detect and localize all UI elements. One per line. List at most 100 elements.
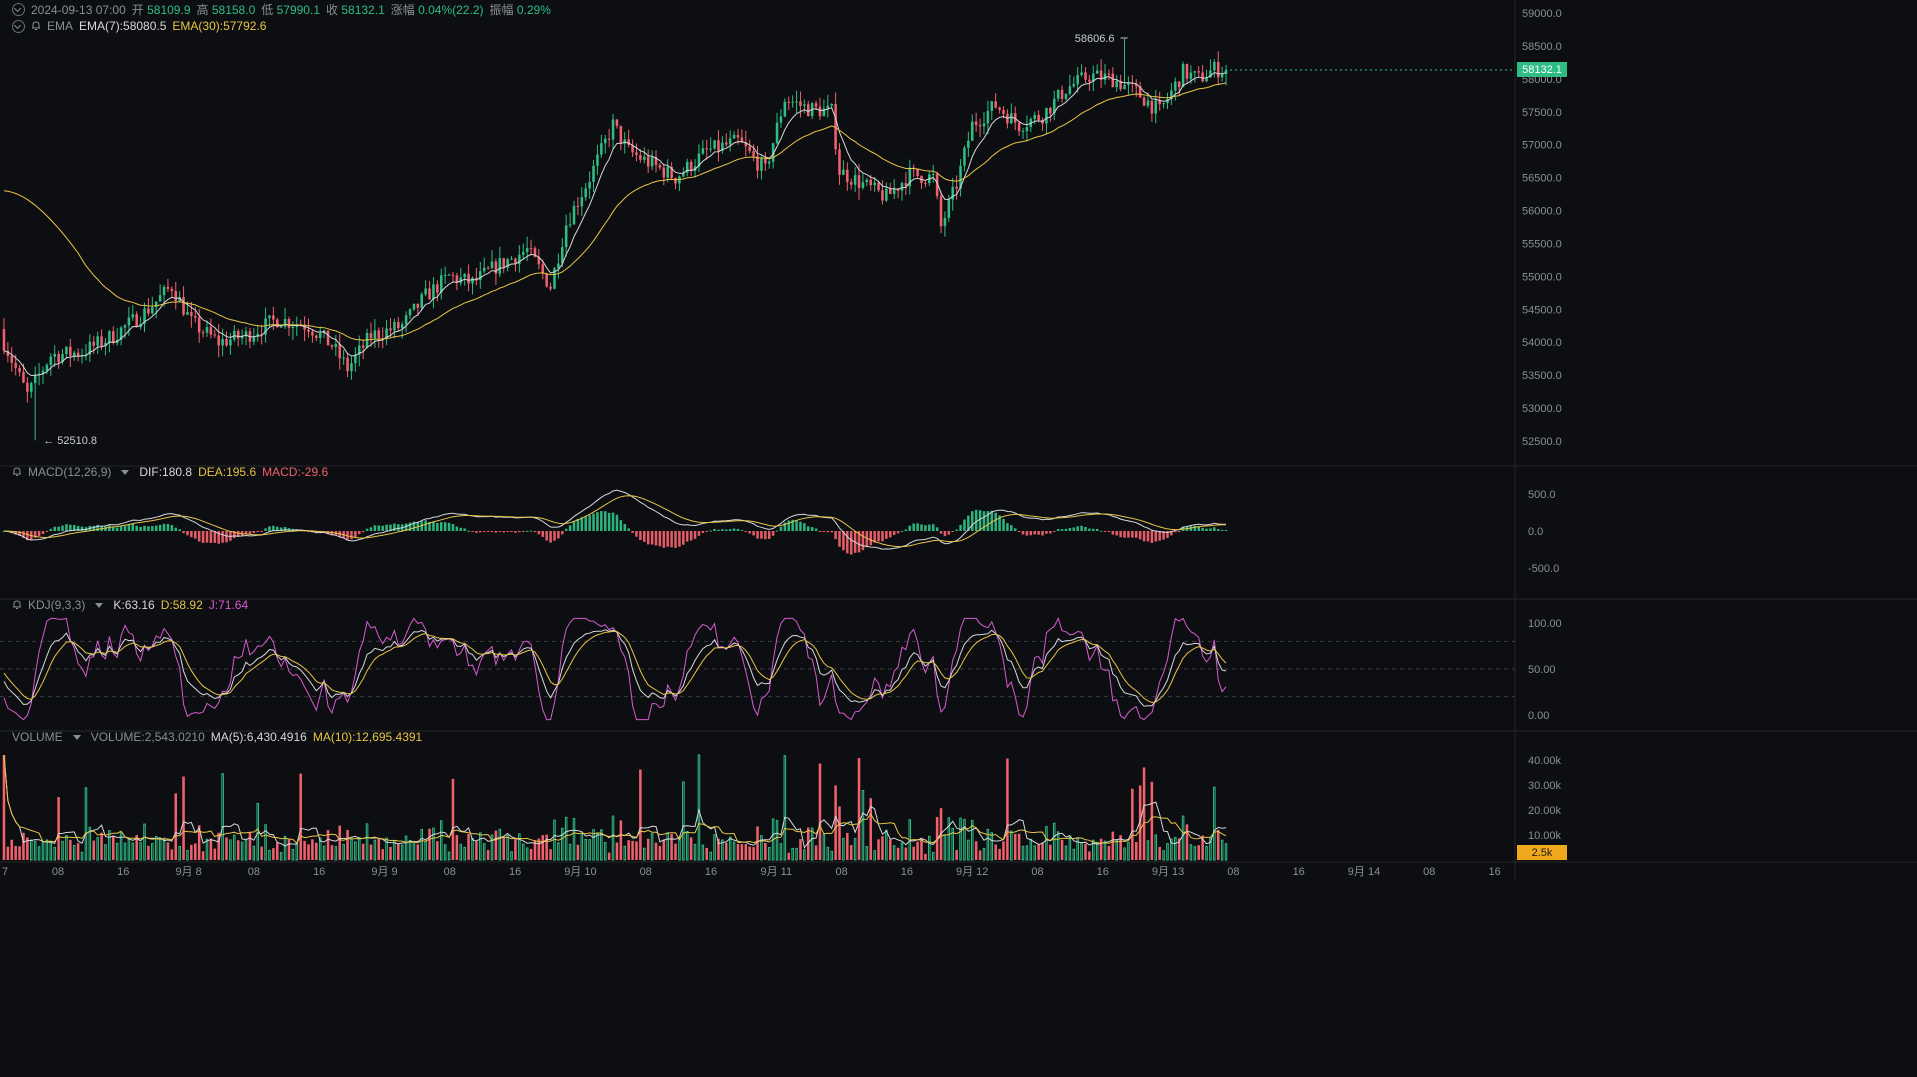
volume-bar bbox=[1131, 788, 1134, 860]
candle-body bbox=[725, 142, 728, 145]
macd-histogram-bar bbox=[1213, 527, 1216, 531]
volume-bar bbox=[127, 838, 131, 861]
macd-histogram-bar bbox=[1201, 527, 1204, 531]
volume-bar bbox=[912, 846, 915, 860]
macd-histogram-bar bbox=[1224, 529, 1228, 531]
volume-bar bbox=[959, 817, 962, 861]
candle-body bbox=[334, 344, 338, 348]
volume-bar bbox=[279, 852, 283, 861]
macd-histogram-bar bbox=[186, 531, 189, 536]
volume-bar bbox=[1049, 844, 1052, 860]
volume-bar bbox=[822, 833, 826, 861]
ema7-value: EMA(7):58080.5 bbox=[79, 19, 167, 33]
volume-bar bbox=[115, 842, 119, 861]
candle-body bbox=[705, 148, 709, 150]
volume-value: VOLUME:2,543.0210 bbox=[90, 730, 205, 744]
candle-body bbox=[557, 263, 560, 269]
kline-chart-canvas[interactable]: 59000.058500.058000.057500.057000.056500… bbox=[0, 0, 1917, 1077]
volume-bar bbox=[486, 850, 490, 860]
volume-bar bbox=[615, 842, 619, 860]
volume-bar bbox=[451, 778, 455, 860]
price-axis-label: 52500.0 bbox=[1522, 436, 1562, 448]
macd-histogram-bar bbox=[1205, 528, 1208, 531]
volume-bar bbox=[213, 848, 217, 860]
macd-dropdown-icon[interactable] bbox=[121, 469, 130, 475]
high-label: 高 bbox=[196, 3, 209, 17]
volume-bar bbox=[639, 769, 642, 860]
kdj-dropdown-icon[interactable] bbox=[95, 602, 104, 608]
candle-body bbox=[748, 146, 751, 152]
candle-body bbox=[1174, 81, 1177, 91]
macd-histogram-bar bbox=[650, 531, 654, 545]
volume-bar bbox=[49, 840, 53, 861]
volume-bar bbox=[1220, 839, 1224, 861]
macd-histogram-bar bbox=[619, 520, 623, 531]
volume-bar bbox=[588, 839, 591, 861]
volume-bar bbox=[303, 840, 306, 860]
candle-body bbox=[736, 134, 740, 138]
macd-histogram-bar bbox=[607, 512, 611, 531]
candle-body bbox=[424, 288, 427, 295]
candle-body bbox=[252, 336, 256, 342]
volume-bar bbox=[1041, 842, 1044, 860]
volume-bar bbox=[166, 842, 170, 860]
macd-histogram-bar bbox=[1076, 526, 1079, 531]
macd-histogram-bar bbox=[717, 529, 720, 531]
macd-histogram-bar bbox=[623, 524, 627, 531]
volume-bar bbox=[1134, 842, 1138, 860]
macd-histogram-bar bbox=[354, 531, 357, 538]
volume-bar bbox=[978, 850, 982, 860]
macd-axis-label: 500.0 bbox=[1528, 489, 1556, 501]
macd-histogram-bar bbox=[912, 523, 915, 531]
volume-dropdown-icon[interactable] bbox=[72, 734, 81, 740]
candle-body bbox=[1088, 79, 1091, 82]
candle-body bbox=[236, 330, 240, 339]
macd-histogram-bar bbox=[725, 529, 728, 531]
macd-histogram-bar bbox=[799, 521, 802, 531]
volume-bar bbox=[728, 836, 732, 861]
macd-histogram-bar bbox=[1010, 525, 1013, 531]
volume-bar bbox=[162, 837, 166, 861]
volume-bar bbox=[670, 834, 673, 860]
volume-bar bbox=[1146, 840, 1150, 861]
macd-histogram-bar bbox=[779, 526, 783, 531]
macd-histogram-bar bbox=[888, 531, 892, 538]
volume-bar bbox=[174, 793, 178, 860]
collapse-chevron-icon[interactable] bbox=[12, 3, 25, 16]
open-label: 开 bbox=[131, 3, 144, 17]
volume-bar bbox=[904, 847, 908, 860]
candle-body bbox=[795, 101, 798, 103]
macd-histogram-bar bbox=[553, 531, 556, 541]
macd-histogram-bar bbox=[221, 531, 224, 543]
candle-body bbox=[233, 330, 236, 340]
kdj-indicator-name[interactable]: KDJ(9,3,3) bbox=[28, 598, 85, 612]
candle-body bbox=[807, 104, 810, 117]
volume-bar bbox=[365, 823, 369, 861]
macd-histogram-bar bbox=[678, 531, 681, 547]
macd-histogram-bar bbox=[182, 531, 185, 534]
candle-body bbox=[974, 121, 978, 126]
macd-histogram-bar bbox=[646, 531, 650, 545]
macd-histogram-bar bbox=[1111, 531, 1115, 535]
candle-body bbox=[924, 183, 927, 185]
macd-histogram-bar bbox=[268, 526, 271, 531]
close-value: 58132.1 bbox=[341, 3, 385, 17]
volume-bar bbox=[650, 833, 654, 861]
bell-icon[interactable] bbox=[12, 600, 22, 610]
volume-bar bbox=[1154, 834, 1158, 861]
collapse-chevron-icon[interactable] bbox=[12, 19, 25, 33]
macd-histogram-bar bbox=[248, 531, 252, 534]
bell-icon[interactable] bbox=[31, 21, 41, 31]
candle-body bbox=[728, 138, 732, 145]
ema-indicator-name[interactable]: EMA bbox=[47, 19, 73, 33]
candle-body bbox=[420, 294, 423, 308]
bell-icon[interactable] bbox=[12, 467, 22, 477]
candle-body bbox=[881, 190, 884, 201]
candle-body bbox=[607, 138, 611, 140]
candle-body bbox=[10, 355, 14, 363]
price-axis-label: 55500.0 bbox=[1522, 238, 1562, 250]
volume-bar bbox=[596, 833, 599, 861]
macd-indicator-name[interactable]: MACD(12,26,9) bbox=[28, 465, 111, 479]
macd-histogram-bar bbox=[143, 525, 146, 531]
volume-indicator-name[interactable]: VOLUME bbox=[12, 730, 63, 744]
